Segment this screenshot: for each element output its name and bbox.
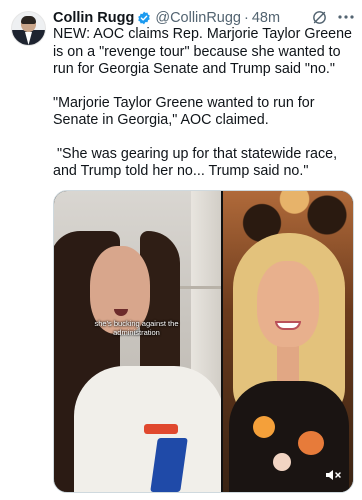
dress-flower	[273, 453, 291, 471]
tweet-paragraph: "Marjorie Taylor Greene wanted to run fo…	[53, 94, 319, 129]
muted-speaker-icon[interactable]	[325, 468, 341, 482]
portrait-face	[257, 261, 319, 347]
more-options-icon[interactable]	[337, 10, 355, 24]
author-name[interactable]: Collin Rugg	[53, 10, 134, 26]
avatar-hair	[21, 16, 36, 24]
portrait-neck	[277, 343, 299, 383]
tweet-timestamp[interactable]: 48m	[252, 10, 280, 26]
tweet-paragraph: "She was gearing up for that statewide r…	[53, 145, 342, 180]
dress-flower	[298, 431, 324, 455]
author-avatar[interactable]	[11, 11, 46, 46]
video-caption: she's bucking against the administration	[94, 319, 179, 337]
author-handle[interactable]: @CollinRugg	[155, 10, 241, 26]
video-right-pane	[223, 191, 353, 492]
verified-badge-icon	[137, 11, 151, 25]
shirt-logo-red	[144, 424, 178, 434]
video-left-pane: she's bucking against the administration	[54, 191, 221, 492]
video-player[interactable]: she's bucking against the administration	[53, 190, 354, 493]
dress-flower	[253, 416, 275, 438]
tweet-paragraph: NEW: AOC claims Rep. Marjorie Taylor Gre…	[53, 26, 356, 77]
grok-icon[interactable]	[311, 9, 328, 26]
tweet-header: Collin Rugg @CollinRugg · 48m	[53, 8, 280, 28]
tweet-card[interactable]: Collin Rugg @CollinRugg · 48m NEW: AOC c…	[0, 0, 362, 500]
avatar-shirt	[25, 32, 32, 45]
separator-dot: ·	[244, 10, 249, 26]
tweet-text: NEW: AOC claims Rep. Marjorie Taylor Gre…	[53, 26, 353, 197]
